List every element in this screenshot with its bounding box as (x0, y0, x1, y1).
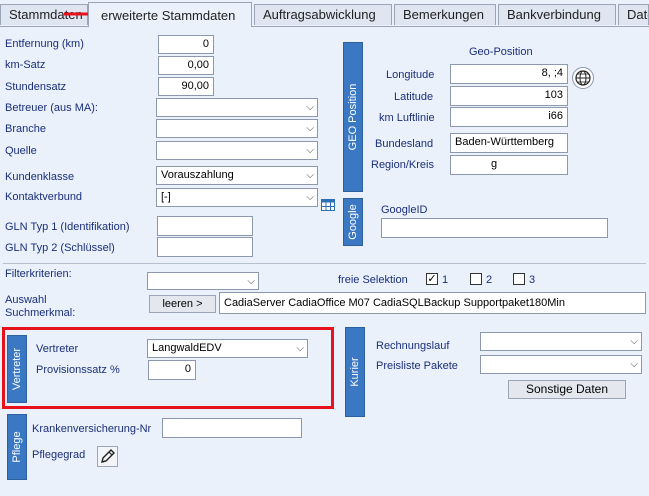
tab-date[interactable]: Date (618, 4, 649, 25)
krankenversicherung-field[interactable] (162, 418, 302, 438)
gln2-label: GLN Typ 2 (Schlüssel) (5, 242, 115, 254)
google-bar: Google (343, 198, 363, 246)
googleid-field[interactable] (381, 218, 608, 238)
region-label: Region/Kreis (371, 159, 434, 171)
tab-auftragsabwicklung[interactable]: Auftragsabwicklung (254, 4, 392, 25)
kontaktverbund-value: [-] (161, 191, 171, 203)
entfernung-label: Entfernung (km) (5, 38, 84, 50)
gln1-label: GLN Typ 1 (Identifikation) (5, 221, 130, 233)
rechnungslauf-combo[interactable]: ⌵ (480, 332, 642, 351)
auswahl-label-line2: Suchmerkmal: (5, 307, 76, 319)
highlight-box (2, 327, 334, 409)
kurier-bar: Kurier (345, 327, 365, 417)
globe-icon[interactable] (572, 67, 594, 89)
tab-bemerkungen[interactable]: Bemerkungen (394, 4, 496, 25)
luftlinie-field[interactable]: i66 (450, 107, 568, 127)
pflegegrad-label: Pflegegrad (32, 449, 86, 461)
geo-position-bar: GEO Position (343, 42, 363, 192)
chevron-down-icon[interactable]: ⌵ (630, 356, 638, 373)
selektion-3-checkbox[interactable] (513, 273, 525, 285)
gln1-field[interactable] (157, 216, 253, 236)
pflege-bar: Pflege (7, 414, 27, 480)
sonstige-daten-button[interactable]: Sonstige Daten (508, 380, 626, 399)
rechnungslauf-label: Rechnungslauf (376, 340, 450, 352)
suchmerkmal-field[interactable]: CadiaServer CadiaOffice M07 CadiaSQLBack… (219, 292, 646, 314)
section-divider (3, 263, 646, 264)
bundesland-field[interactable]: Baden-Württemberg (450, 133, 568, 153)
chevron-down-icon[interactable]: ⌵ (630, 333, 638, 350)
preisliste-label: Preisliste Pakete (376, 360, 458, 372)
kundenklasse-label: Kundenklasse (5, 171, 75, 183)
filterkriterien-label: Filterkriterien: (5, 268, 72, 280)
region-field[interactable]: g (450, 155, 568, 175)
freie-selektion-label: freie Selektion (338, 274, 408, 286)
selektion-2-checkbox[interactable] (470, 273, 482, 285)
kundenklasse-combo[interactable]: Vorauszahlung ⌵ (156, 166, 318, 185)
kundenklasse-value: Vorauszahlung (161, 169, 234, 181)
tab-bar: Stammdaten erweiterte Stammdaten Auftrag… (0, 0, 649, 27)
kontaktverbund-combo[interactable]: [-] ⌵ (156, 188, 318, 207)
quelle-combo[interactable]: ⌵ (156, 141, 318, 160)
selektion-3-label: 3 (529, 274, 536, 286)
bundesland-label: Bundesland (375, 138, 434, 150)
pencil-icon (101, 449, 115, 463)
kurier-bar-label: Kurier (349, 357, 361, 387)
krankenversicherung-label: Krankenversicherung-Nr (32, 423, 152, 435)
leeren-button[interactable]: leeren > (149, 295, 216, 313)
betreuer-label: Betreuer (aus MA): (5, 102, 98, 114)
chevron-down-icon[interactable]: ⌵ (306, 167, 314, 184)
selektion-1-label: 1 (442, 274, 449, 286)
chevron-down-icon[interactable]: ⌵ (306, 120, 314, 137)
table-grid-icon[interactable] (321, 199, 335, 211)
chevron-down-icon[interactable]: ⌵ (306, 99, 314, 116)
betreuer-combo[interactable]: ⌵ (156, 98, 318, 117)
entfernung-field[interactable]: 0 (158, 35, 214, 54)
branche-combo[interactable]: ⌵ (156, 119, 318, 138)
stundensatz-label: Stundensatz (5, 81, 67, 93)
geo-position-bar-label: GEO Position (347, 83, 359, 151)
latitude-field[interactable]: 103 (450, 86, 568, 106)
branche-label: Branche (5, 123, 46, 135)
latitude-label: Latitude (394, 91, 434, 103)
kontaktverbund-label: Kontaktverbund (5, 191, 83, 203)
luftlinie-label: km Luftlinie (379, 112, 435, 124)
tab-bankverbindung[interactable]: Bankverbindung (498, 4, 616, 25)
stundensatz-field[interactable]: 90,00 (158, 77, 214, 96)
chevron-down-icon[interactable]: ⌵ (306, 189, 314, 206)
longitude-field[interactable]: 8, ;4 (450, 64, 568, 84)
preisliste-combo[interactable]: ⌵ (480, 355, 642, 374)
auswahl-label-line1: Auswahl (5, 294, 47, 306)
selektion-1-checkbox[interactable]: ✓ (426, 273, 438, 285)
longitude-label: Longitude (386, 69, 435, 81)
gln2-field[interactable] (157, 237, 253, 257)
googleid-label: GoogleID (381, 204, 428, 216)
tab-erweiterte-label: erweiterte Stammdaten (101, 8, 236, 23)
kmsatz-label: km-Satz (5, 59, 46, 71)
quelle-label: Quelle (5, 145, 37, 157)
selektion-2-label: 2 (486, 274, 493, 286)
tab-erweiterte-stammdaten[interactable]: erweiterte Stammdaten (88, 2, 252, 27)
pflegegrad-edit-button[interactable] (97, 446, 118, 467)
kmsatz-field[interactable]: 0,00 (158, 56, 214, 75)
chevron-down-icon[interactable]: ⌵ (306, 142, 314, 159)
google-bar-label: Google (347, 204, 359, 240)
chevron-down-icon[interactable]: ⌵ (247, 273, 255, 289)
geo-position-title: Geo-Position (469, 46, 533, 58)
pflege-bar-label: Pflege (11, 431, 23, 463)
filterkriterien-combo[interactable]: ⌵ (147, 272, 259, 290)
